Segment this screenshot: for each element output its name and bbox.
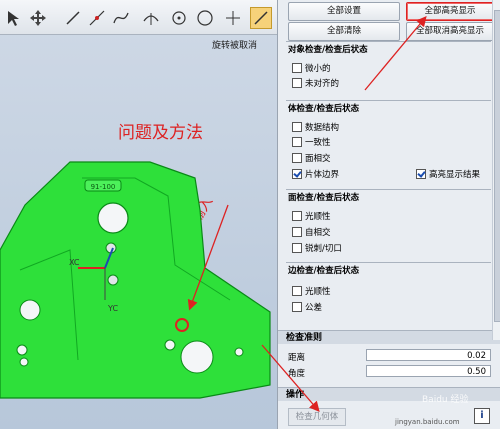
sketch-active-icon[interactable] [250, 7, 272, 29]
checkbox-box[interactable] [292, 227, 302, 237]
rotate-status-message: 旋转被取消 [211, 41, 257, 51]
all-settings-button[interactable]: 全部设置 [288, 2, 400, 21]
part-label: 91-100 [91, 183, 116, 191]
checkbox-data-structure[interactable]: 数据结构 [292, 121, 339, 133]
checkbox-face-smoothness[interactable]: 光顺性 [292, 210, 331, 222]
group-title: 边检查/检查后状态 [288, 266, 360, 276]
checkbox-box[interactable] [416, 169, 426, 179]
select-icon[interactable] [3, 7, 25, 29]
checkbox-box[interactable] [292, 243, 302, 253]
checkbox-box[interactable] [292, 211, 302, 221]
checkbox-highlight-results[interactable]: 高亮显示结果 [416, 168, 480, 180]
all-clear-button[interactable]: 全部清除 [288, 22, 400, 41]
angle-label: 角度 [288, 369, 306, 379]
all-unhighlight-button[interactable]: 全部取消高亮显示 [406, 22, 494, 41]
checkbox-box[interactable] [292, 137, 302, 147]
scrollbar-thumb[interactable] [494, 10, 500, 322]
group-title: 对象检查/检查后状态 [288, 45, 368, 55]
panel-scrollbar[interactable] [492, 0, 500, 340]
info-icon[interactable]: i [474, 408, 490, 424]
group-title: 面检查/检查后状态 [288, 193, 360, 203]
checkbox-tolerance[interactable]: 公差 [292, 301, 322, 313]
checkbox-consistency[interactable]: 一致性 [292, 136, 331, 148]
checkbox-box[interactable] [292, 169, 302, 179]
checkbox-self-intersection[interactable]: 自相交 [292, 226, 331, 238]
face-check-group: 面检查/检查后状态 光顺性 自相交 锐刺/切口 [286, 189, 491, 260]
axis-label-xc: XC [69, 258, 80, 267]
all-highlight-button[interactable]: 全部高亮显示 [406, 2, 494, 21]
checkbox-tiny[interactable]: 微小的 [292, 62, 331, 74]
green-part-model[interactable]: 91-100 [0, 150, 277, 429]
graphics-viewport[interactable]: 旋转被取消 问题及方法 此输入 91-100 XC YC [0, 0, 277, 429]
point-line-icon[interactable] [86, 7, 108, 29]
crosshair-icon[interactable] [222, 7, 244, 29]
checkbox-box[interactable] [292, 63, 302, 73]
checkbox-misaligned[interactable]: 未对齐的 [292, 77, 339, 89]
criteria-header[interactable]: 检查准则 [278, 330, 500, 344]
spline-icon[interactable] [110, 7, 132, 29]
examine-geometry-panel: 全部设置 全部高亮显示 全部清除 全部取消高亮显示 对象检查/检查后状态 微小的… [277, 0, 500, 429]
checkbox-box[interactable] [292, 302, 302, 312]
body-check-group: 体检查/检查后状态 数据结构 一致性 面相交 片体边界 高亮显示结果 [286, 100, 491, 187]
object-check-group: 对象检查/检查后状态 微小的 未对齐的 [286, 41, 491, 96]
circle-icon[interactable] [194, 7, 216, 29]
watermark: Baidu 经验 [422, 395, 469, 405]
group-title: 体检查/检查后状态 [288, 104, 360, 114]
checkbox-edge-smoothness[interactable]: 光顺性 [292, 285, 331, 297]
checkbox-sheet-boundary[interactable]: 片体边界 [292, 168, 339, 180]
sketch-toolbar [0, 0, 277, 35]
check-geometry-button[interactable]: 检查几何体 [288, 408, 346, 426]
distance-label: 距离 [288, 353, 306, 363]
checkbox-box[interactable] [292, 286, 302, 296]
annotation-title: 问题及方法 [118, 123, 203, 143]
checkbox-box[interactable] [292, 122, 302, 132]
checkbox-box[interactable] [292, 153, 302, 163]
checkbox-spike-cut[interactable]: 锐刺/切口 [292, 242, 342, 254]
checkbox-box[interactable] [292, 78, 302, 88]
axis-label-yc: YC [108, 304, 119, 313]
angle-input[interactable]: 0.50 [366, 365, 491, 377]
checkbox-face-intersection[interactable]: 面相交 [292, 152, 331, 164]
arc-icon[interactable] [140, 7, 162, 29]
distance-input[interactable]: 0.02 [366, 349, 491, 361]
move-icon[interactable] [27, 7, 49, 29]
circle-point-icon[interactable] [168, 7, 190, 29]
watermark-url: jingyan.baidu.com [395, 418, 460, 426]
edge-check-group: 边检查/检查后状态 光顺性 公差 [286, 262, 491, 319]
line-icon[interactable] [62, 7, 84, 29]
